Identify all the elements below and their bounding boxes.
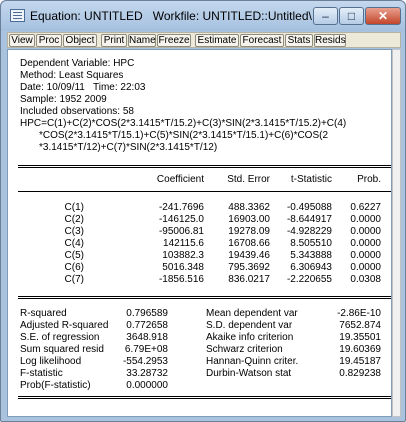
- std-error-value: 795.3692: [228, 262, 270, 273]
- stat-value: 0.829238: [339, 368, 381, 379]
- t-statistic-value: 8.505510: [290, 238, 332, 249]
- stat-value: -2.86E-10: [337, 308, 381, 319]
- equation-line-1: HPC=C(1)+C(2)*COS(2*3.1415*T/15.2)+C(3)*…: [20, 118, 347, 129]
- stat-label: Mean dependent var: [206, 308, 298, 319]
- sample: Sample: 1952 2009: [20, 94, 107, 105]
- row-name: C(5): [64, 250, 84, 261]
- row-name: C(1): [64, 202, 84, 213]
- t-statistic-value: -2.220655: [286, 274, 332, 285]
- stat-label: Schwarz criterion: [206, 344, 283, 355]
- forecast-button[interactable]: Forecast: [240, 34, 284, 47]
- stat-label: R-squared: [20, 308, 67, 319]
- stat-value: 19.35501: [339, 332, 381, 343]
- std-error-value: 16903.00: [228, 214, 270, 225]
- window-title: Equation: UNTITLED Workfile: UNTITLED::U…: [30, 9, 312, 23]
- prob-value: 0.0000: [350, 238, 381, 249]
- name-button[interactable]: Name: [128, 34, 156, 47]
- t-statistic-value: -0.495088: [286, 202, 332, 213]
- std-error-value: 16708.66: [228, 238, 270, 249]
- stat-label: F-statistic: [20, 368, 63, 379]
- std-error-value: 836.0217: [228, 274, 270, 285]
- stat-value: 0.000000: [126, 380, 168, 391]
- prob-value: 0.6227: [350, 202, 381, 213]
- coefficient-value: 5016.348: [162, 262, 204, 273]
- prob-value: 0.0000: [350, 226, 381, 237]
- t-statistic-value: -4.928229: [286, 226, 332, 237]
- coefficient-value: 142115.6: [163, 238, 204, 249]
- std-error-value: 19439.46: [228, 250, 270, 261]
- divider: [18, 296, 391, 299]
- stat-label: S.D. dependent var: [206, 320, 293, 331]
- prob-value: 0.0000: [350, 250, 381, 261]
- header-std-error: Std. Error: [227, 174, 270, 185]
- stat-label: Adjusted R-squared: [20, 320, 109, 331]
- freeze-button[interactable]: Freeze: [157, 34, 191, 47]
- proc-button[interactable]: Proc: [36, 34, 62, 47]
- t-statistic-value: 6.306943: [290, 262, 332, 273]
- view-button[interactable]: View: [9, 34, 35, 47]
- prob-value: 0.0000: [350, 262, 381, 273]
- stat-label: Akaike info criterion: [206, 332, 294, 343]
- method: Method: Least Squares: [20, 70, 124, 81]
- toolbar: View Proc Object Print Name Freeze Estim…: [7, 32, 401, 48]
- header-prob: Prob.: [357, 174, 381, 185]
- stat-value: 19.45187: [339, 356, 381, 367]
- stat-value: 7652.874: [339, 320, 381, 331]
- stat-value: 19.60369: [339, 344, 381, 355]
- resids-button[interactable]: Resids: [314, 34, 346, 47]
- object-button[interactable]: Object: [63, 34, 97, 47]
- title-bar[interactable]: Equation: UNTITLED Workfile: UNTITLED::U…: [1, 1, 405, 31]
- stat-label: Hannan-Quinn criter.: [206, 356, 299, 367]
- divider: [18, 396, 391, 399]
- print-button[interactable]: Print: [101, 34, 127, 47]
- row-name: C(2): [64, 214, 84, 225]
- stat-value: 0.772658: [126, 320, 168, 331]
- std-error-value: 488.3362: [228, 202, 270, 213]
- stat-value: 6.79E+08: [124, 344, 168, 355]
- stat-label: Log likelihood: [20, 356, 82, 367]
- equation-window-icon: [10, 9, 25, 22]
- stat-value: 0.796589: [126, 308, 168, 319]
- coefficient-value: -241.7696: [158, 202, 204, 213]
- close-button[interactable]: ✕: [365, 7, 401, 25]
- estimation-output: Dependent Variable: HPC Method: Least Sq…: [7, 49, 392, 417]
- header-coefficient: Coefficient: [156, 174, 204, 185]
- minimize-button[interactable]: –: [313, 7, 338, 25]
- prob-value: 0.0308: [350, 274, 381, 285]
- stat-value: 33.28732: [126, 368, 168, 379]
- coefficient-value: -95006.81: [158, 226, 204, 237]
- stats-button[interactable]: Stats: [285, 34, 313, 47]
- stat-value: -554.2953: [122, 356, 168, 367]
- prob-value: 0.0000: [350, 214, 381, 225]
- divider: [18, 165, 391, 168]
- coefficient-value: -146125.0: [158, 214, 204, 225]
- equation-line-2: *COS(2*3.1415*T/15.1)+C(5)*SIN(2*3.1415*…: [39, 130, 329, 141]
- t-statistic-value: -8.644917: [286, 214, 332, 225]
- t-statistic-value: 5.343888: [290, 250, 332, 261]
- equation-window: Equation: UNTITLED Workfile: UNTITLED::U…: [0, 0, 406, 422]
- coefficient-value: -1856.516: [158, 274, 204, 285]
- coefficient-value: 103882.3: [162, 250, 204, 261]
- stat-label: Durbin-Watson stat: [206, 368, 292, 379]
- stat-label: Prob(F-statistic): [20, 380, 91, 391]
- equation-line-3: *3.1415*T/12)+C(7)*SIN(2*3.1415*T/12): [39, 142, 218, 153]
- header-t-statistic: t-Statistic: [290, 174, 332, 185]
- estimate-button[interactable]: Estimate: [195, 34, 239, 47]
- stat-label: Sum squared resid: [20, 344, 104, 355]
- row-name: C(7): [64, 274, 84, 285]
- maximize-button[interactable]: □: [339, 7, 364, 25]
- stat-value: 3648.918: [126, 332, 168, 343]
- date-time: Date: 10/09/11 Time: 22:03: [20, 82, 146, 93]
- divider: [18, 191, 391, 192]
- dependent-variable: Dependent Variable: HPC: [20, 58, 135, 69]
- stat-label: S.E. of regression: [20, 332, 100, 343]
- row-name: C(3): [64, 226, 84, 237]
- included-observations: Included observations: 58: [20, 106, 134, 117]
- row-name: C(4): [64, 238, 84, 249]
- vertical-scrollbar[interactable]: [392, 49, 401, 417]
- row-name: C(6): [64, 262, 84, 273]
- std-error-value: 19278.09: [228, 226, 270, 237]
